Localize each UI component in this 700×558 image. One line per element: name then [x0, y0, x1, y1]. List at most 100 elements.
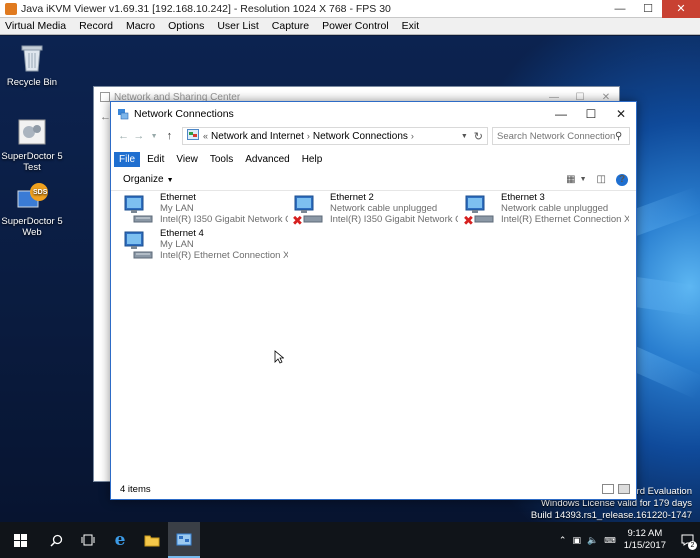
help-icon[interactable]: ? [616, 173, 628, 186]
maximize-button[interactable]: ☐ [576, 102, 606, 125]
menu-help[interactable]: Help [297, 152, 328, 167]
connection-device: Intel(R) I350 Gigabit Network Con... [330, 214, 458, 225]
minimize-button[interactable]: — [546, 102, 576, 125]
address-row: ← → ▼ ↑ « Network and Internet › Network… [111, 125, 636, 147]
maximize-button[interactable]: ☐ [634, 0, 662, 18]
preview-pane-icon[interactable]: ◫ [597, 174, 606, 185]
network-connections-window: Network Connections — ☐ ✕ ← → ▼ ↑ « Netw… [110, 101, 637, 500]
search-input[interactable] [497, 130, 615, 142]
breadcrumb-separator-icon[interactable]: › [411, 131, 414, 141]
menu-options[interactable]: Options [168, 20, 204, 32]
status-bar: 4 items [111, 479, 636, 499]
taskbar: e ⌃ ▣ 🔈 ⌨ 9:12 AM 1/15/2017 2 [0, 522, 700, 558]
menu-exit[interactable]: Exit [402, 20, 420, 32]
menu-user-list[interactable]: User List [217, 20, 258, 32]
menu-macro[interactable]: Macro [126, 20, 155, 32]
menu-view[interactable]: View [171, 152, 203, 167]
windows-logo-icon [13, 533, 27, 547]
menu-power-control[interactable]: Power Control [322, 20, 389, 32]
network-connections-taskbar-button[interactable] [168, 522, 200, 558]
organize-label: Organize [123, 174, 164, 185]
search-button[interactable] [40, 522, 72, 558]
connection-text: Ethernet 3 Network cable unplugged Intel… [501, 192, 629, 226]
action-center-button[interactable]: 2 [674, 522, 700, 558]
desktop-icon-superdoctor-web[interactable]: SDS SuperDoctor 5 Web [1, 181, 63, 238]
kvm-titlebar: Java iKVM Viewer v1.69.31 [192.168.10.24… [0, 0, 700, 18]
ethernet-adapter-icon [122, 192, 156, 226]
back-icon[interactable]: ← [117, 130, 130, 142]
mouse-cursor-icon [274, 350, 285, 367]
desktop-icon-recycle-bin[interactable]: Recycle Bin [1, 42, 63, 88]
minimize-button[interactable]: — [606, 0, 634, 18]
connection-item[interactable]: Ethernet My LAN Intel(R) I350 Gigabit Ne… [122, 192, 292, 226]
search-icon[interactable]: ⚲ [615, 131, 622, 142]
desktop-icon-superdoctor-test[interactable]: SuperDoctor 5 Test [1, 116, 63, 173]
organize-button[interactable]: Organize ▼ [123, 174, 174, 185]
up-icon[interactable]: ↑ [163, 130, 176, 142]
connections-list: Ethernet My LAN Intel(R) I350 Gigabit Ne… [111, 192, 636, 479]
volume-icon[interactable]: 🔈 [587, 535, 598, 546]
keyboard-icon[interactable]: ⌨ [604, 536, 616, 545]
connection-status: My LAN [160, 203, 194, 214]
forward-icon[interactable]: → [132, 130, 145, 142]
connection-name: Ethernet 2 [330, 192, 374, 203]
menu-record[interactable]: Record [79, 20, 113, 32]
unplugged-x-icon: ✖ [292, 213, 303, 228]
large-icons-view-icon[interactable] [618, 484, 630, 494]
window-menubar: File Edit View Tools Advanced Help [111, 150, 636, 168]
connection-text: Ethernet 2 Network cable unplugged Intel… [330, 192, 458, 226]
breadcrumb-network-and-internet[interactable]: Network and Internet [211, 131, 304, 142]
breadcrumb-separator-icon[interactable]: › [307, 131, 310, 141]
menu-capture[interactable]: Capture [272, 20, 309, 32]
kvm-window-controls: — ☐ ✕ [606, 0, 700, 18]
close-button[interactable]: ✕ [662, 0, 700, 18]
menu-tools[interactable]: Tools [205, 152, 238, 167]
java-icon [5, 2, 17, 15]
details-view-icon[interactable] [602, 484, 614, 494]
breadcrumb-network-connections[interactable]: Network Connections [313, 131, 408, 142]
command-toolbar: Organize ▼ ▦ ▼ ◫ ? [111, 169, 636, 191]
task-view-button[interactable] [72, 522, 104, 558]
search-box[interactable]: ⚲ [492, 127, 630, 145]
ethernet-adapter-icon: ✖ [292, 192, 326, 228]
ethernet-adapter-icon: ✖ [463, 192, 497, 228]
connection-item[interactable]: Ethernet 4 My LAN Intel(R) Ethernet Conn… [122, 228, 292, 262]
folder-icon [144, 535, 160, 546]
network-status-icon[interactable]: ▣ [572, 535, 581, 546]
sds-badge: SDS [33, 189, 48, 196]
view-toggle [598, 484, 630, 494]
notification-count: 2 [688, 541, 697, 550]
clock-time: 9:12 AM [627, 528, 663, 539]
connection-status: Network cable unplugged [501, 203, 609, 214]
connection-item[interactable]: ✖ Ethernet 3 Network cable unplugged Int… [463, 192, 633, 228]
start-button[interactable] [0, 522, 40, 558]
recent-dropdown-icon[interactable]: ▼ [148, 133, 161, 140]
window-controls: — ☐ ✕ [546, 102, 636, 125]
superdoctor-test-icon [16, 116, 48, 148]
close-button[interactable]: ✕ [606, 102, 636, 125]
network-icon [100, 92, 110, 102]
edge-browser-button[interactable]: e [104, 522, 136, 558]
address-dropdown-icon[interactable]: ▼ [461, 133, 468, 140]
change-view-icon[interactable]: ▦ [566, 174, 575, 185]
view-dropdown-icon[interactable]: ▼ [580, 176, 587, 183]
window-title: Network Connections [134, 107, 234, 120]
file-explorer-button[interactable] [136, 522, 168, 558]
address-bar[interactable]: « Network and Internet › Network Connect… [182, 127, 488, 145]
tray-overflow-icon[interactable]: ⌃ [559, 535, 567, 546]
menu-edit[interactable]: Edit [142, 152, 169, 167]
refresh-icon[interactable]: ↻ [474, 130, 483, 143]
network-connections-icon [176, 533, 192, 545]
connection-status: Network cable unplugged [330, 203, 438, 214]
connection-name: Ethernet [160, 192, 196, 203]
kvm-menubar: Virtual Media Record Macro Options User … [0, 18, 700, 35]
menu-advanced[interactable]: Advanced [240, 152, 294, 167]
ethernet-adapter-icon [122, 228, 156, 262]
menu-file[interactable]: File [114, 151, 141, 167]
toolbar-tools: ▦ ▼ ◫ ? [556, 173, 628, 186]
menu-virtual-media[interactable]: Virtual Media [5, 20, 66, 32]
taskbar-clock[interactable]: 9:12 AM 1/15/2017 [624, 528, 666, 552]
breadcrumb-overflow[interactable]: « [203, 131, 208, 141]
desktop-icon-label: SuperDoctor 5 Test [1, 151, 63, 173]
connection-item[interactable]: ✖ Ethernet 2 Network cable unplugged Int… [292, 192, 462, 228]
